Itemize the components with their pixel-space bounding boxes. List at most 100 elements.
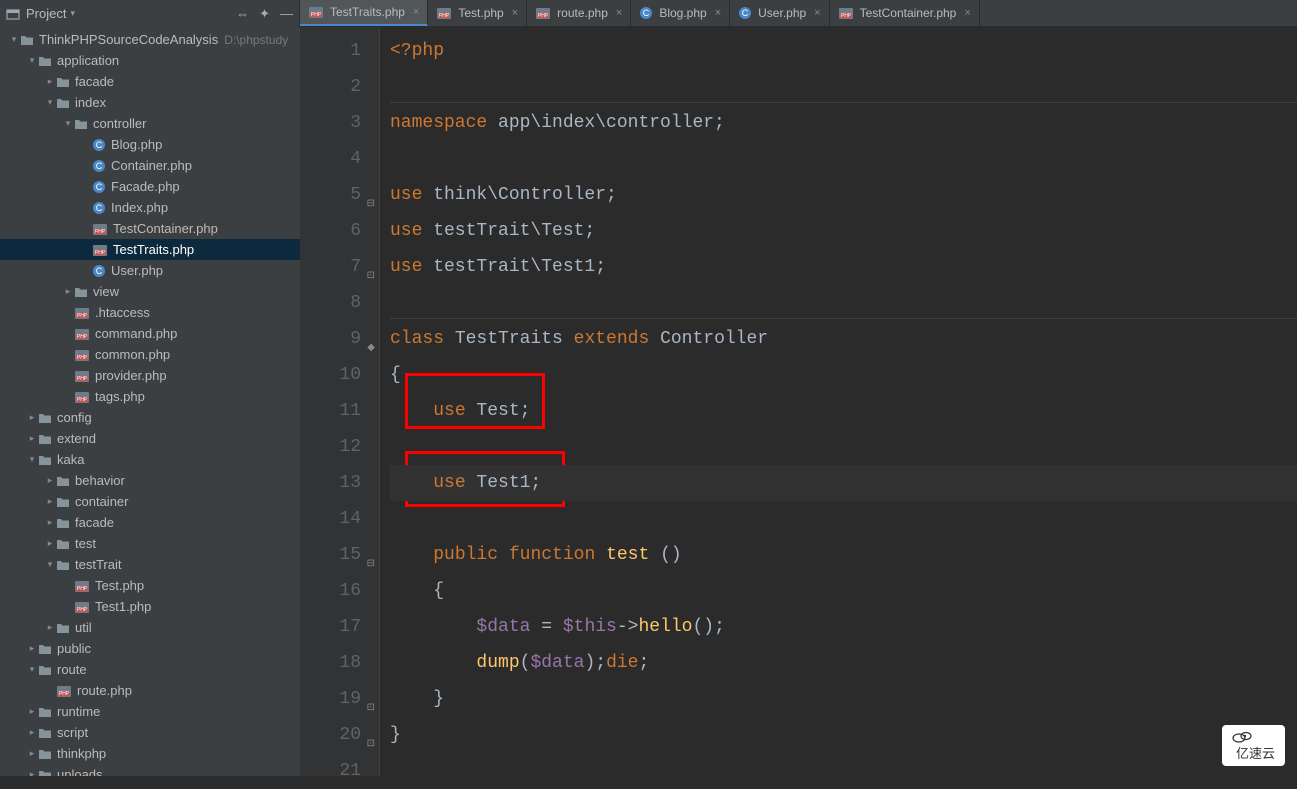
code-line-5[interactable]: use think\Controller;	[390, 177, 1297, 213]
chevron-right-icon[interactable]: ▸	[26, 433, 38, 444]
chevron-right-icon[interactable]: ▸	[26, 727, 38, 738]
code-line-19[interactable]: }	[390, 681, 1297, 717]
tree-item-container-php[interactable]: CContainer.php	[0, 155, 300, 176]
code-line-20[interactable]: }	[390, 717, 1297, 753]
fold-icon[interactable]: ⊡	[365, 259, 375, 269]
tree-item-util[interactable]: ▸util	[0, 617, 300, 638]
tree-item-common-php[interactable]: PHPcommon.php	[0, 344, 300, 365]
code-line-16[interactable]: {	[390, 573, 1297, 609]
code-line-6[interactable]: use testTrait\Test;	[390, 213, 1297, 249]
code-line-3[interactable]: namespace app\index\controller;	[390, 105, 1297, 141]
settings-icon[interactable]: ✦	[259, 6, 270, 22]
tree-item-provider-php[interactable]: PHPprovider.php	[0, 365, 300, 386]
tree-item-facade-php[interactable]: CFacade.php	[0, 176, 300, 197]
tab-route-php[interactable]: PHProute.php×	[527, 0, 631, 26]
chevron-down-icon[interactable]: ▾	[70, 8, 75, 19]
tree-item-user-php[interactable]: CUser.php	[0, 260, 300, 281]
fold-icon[interactable]: ⊡	[365, 691, 375, 701]
tree-item-container[interactable]: ▸container	[0, 491, 300, 512]
tab-blog-php[interactable]: CBlog.php×	[631, 0, 730, 26]
tab-user-php[interactable]: CUser.php×	[730, 0, 829, 26]
code-line-15[interactable]: public function test ()	[390, 537, 1297, 573]
chevron-right-icon[interactable]: ▸	[44, 538, 56, 549]
tree-item-index-php[interactable]: CIndex.php	[0, 197, 300, 218]
code-line-17[interactable]: $data = $this->hello();	[390, 609, 1297, 645]
code-line-13[interactable]: use Test1;	[390, 465, 1297, 501]
tree-item-test-php[interactable]: PHPTest.php	[0, 575, 300, 596]
chevron-down-icon[interactable]: ▾	[44, 97, 56, 108]
tree-item-script[interactable]: ▸script	[0, 722, 300, 743]
fold-icon[interactable]: ⊡	[365, 727, 375, 737]
code-line-8[interactable]	[390, 285, 1297, 321]
chevron-down-icon[interactable]: ▾	[26, 664, 38, 675]
project-tool-header[interactable]: Project ▾ ⇔ ✦ —	[0, 0, 300, 27]
chevron-right-icon[interactable]: ▸	[44, 517, 56, 528]
tree-item-behavior[interactable]: ▸behavior	[0, 470, 300, 491]
code-line-9[interactable]: class TestTraits extends Controller	[390, 321, 1297, 357]
project-tree[interactable]: ▾ThinkPHPSourceCodeAnalysisD:\phpstudy▾a…	[0, 27, 300, 776]
close-icon[interactable]: ×	[413, 6, 419, 18]
code-line-1[interactable]: <?php	[390, 33, 1297, 69]
tree-item-facade[interactable]: ▸facade	[0, 71, 300, 92]
chevron-right-icon[interactable]: ▸	[26, 643, 38, 654]
tree-item-application[interactable]: ▾application	[0, 50, 300, 71]
tab-testcontainer-php[interactable]: PHPTestContainer.php×	[830, 0, 980, 26]
code-line-14[interactable]	[390, 501, 1297, 537]
chevron-right-icon[interactable]: ▸	[26, 748, 38, 759]
fold-icon[interactable]: ⊟	[365, 187, 375, 197]
tree-item-controller[interactable]: ▾controller	[0, 113, 300, 134]
close-icon[interactable]: ×	[814, 7, 820, 19]
close-icon[interactable]: ×	[616, 7, 622, 19]
chevron-right-icon[interactable]: ▸	[62, 286, 74, 297]
chevron-down-icon[interactable]: ▾	[26, 55, 38, 66]
tree-item-test1-php[interactable]: PHPTest1.php	[0, 596, 300, 617]
chevron-right-icon[interactable]: ▸	[44, 496, 56, 507]
code-line-4[interactable]	[390, 141, 1297, 177]
close-icon[interactable]: ×	[964, 7, 970, 19]
chevron-right-icon[interactable]: ▸	[44, 475, 56, 486]
tree-item-facade[interactable]: ▸facade	[0, 512, 300, 533]
chevron-right-icon[interactable]: ▸	[44, 622, 56, 633]
tab-testtraits-php[interactable]: PHPTestTraits.php×	[300, 0, 428, 26]
tree-item-testtraits-php[interactable]: PHPTestTraits.php	[0, 239, 300, 260]
tree-item-test[interactable]: ▸test	[0, 533, 300, 554]
code-line-10[interactable]: {	[390, 357, 1297, 393]
code-line-11[interactable]: use Test;	[390, 393, 1297, 429]
tree-item-route[interactable]: ▾route	[0, 659, 300, 680]
expand-icon[interactable]: ⇔	[236, 6, 249, 21]
tree-item-thinkphp[interactable]: ▸thinkphp	[0, 743, 300, 764]
tree-item-public[interactable]: ▸public	[0, 638, 300, 659]
chevron-down-icon[interactable]: ▾	[8, 34, 20, 45]
tree-item-blog-php[interactable]: CBlog.php	[0, 134, 300, 155]
tree-item-config[interactable]: ▸config	[0, 407, 300, 428]
tree-item-runtime[interactable]: ▸runtime	[0, 701, 300, 722]
chevron-right-icon[interactable]: ▸	[44, 76, 56, 87]
close-icon[interactable]: ×	[715, 7, 721, 19]
chevron-down-icon[interactable]: ▾	[26, 454, 38, 465]
tree-item-command-php[interactable]: PHPcommand.php	[0, 323, 300, 344]
chevron-down-icon[interactable]: ▾	[62, 118, 74, 129]
tree-item-view[interactable]: ▸view	[0, 281, 300, 302]
tab-test-php[interactable]: PHPTest.php×	[428, 0, 527, 26]
code-line-2[interactable]	[390, 69, 1297, 105]
tree-item-uploads[interactable]: ▸uploads	[0, 764, 300, 776]
tree-item-tags-php[interactable]: PHPtags.php	[0, 386, 300, 407]
tree-item-extend[interactable]: ▸extend	[0, 428, 300, 449]
tree-item-testcontainer-php[interactable]: PHPTestContainer.php	[0, 218, 300, 239]
close-icon[interactable]: ×	[512, 7, 518, 19]
chevron-down-icon[interactable]: ▾	[44, 559, 56, 570]
code-line-7[interactable]: use testTrait\Test1;	[390, 249, 1297, 285]
tree-item-kaka[interactable]: ▾kaka	[0, 449, 300, 470]
chevron-right-icon[interactable]: ▸	[26, 769, 38, 776]
hide-icon[interactable]: —	[280, 6, 293, 21]
fold-icon[interactable]: ⊟	[365, 547, 375, 557]
chevron-right-icon[interactable]: ▸	[26, 412, 38, 423]
tree-item-index[interactable]: ▾index	[0, 92, 300, 113]
fold-icon[interactable]: ◆	[365, 331, 375, 341]
code-line-18[interactable]: dump($data);die;	[390, 645, 1297, 681]
tree-item-thinkphpsourcecodeanalysis[interactable]: ▾ThinkPHPSourceCodeAnalysisD:\phpstudy	[0, 29, 300, 50]
code-editor[interactable]: 12345⊟67⊡89◆101112131415⊟16171819⊡20⊡21 …	[300, 27, 1297, 776]
tree-item--htaccess[interactable]: PHP.htaccess	[0, 302, 300, 323]
code-line-21[interactable]	[390, 753, 1297, 789]
tree-item-testtrait[interactable]: ▾testTrait	[0, 554, 300, 575]
